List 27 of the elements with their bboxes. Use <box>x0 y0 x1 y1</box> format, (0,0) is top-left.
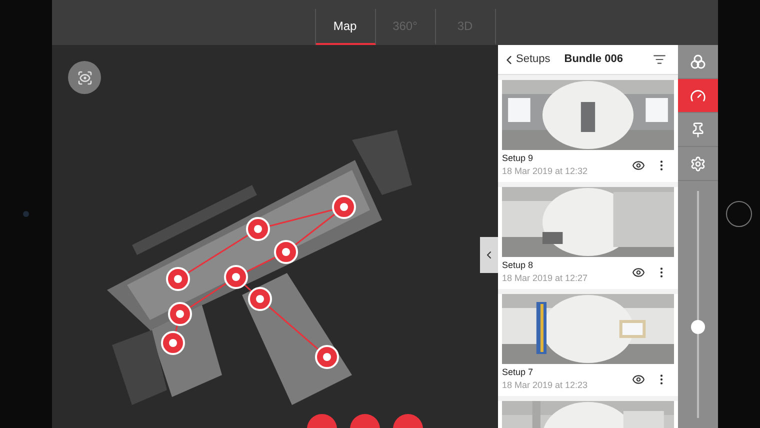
home-button[interactable] <box>726 201 752 227</box>
circles-icon <box>690 54 706 70</box>
settings-icon <box>690 156 706 172</box>
rail-button[interactable] <box>678 79 718 113</box>
panel-title: Bundle 006 <box>564 52 623 68</box>
gauge-icon <box>690 88 706 104</box>
back-button[interactable]: Setups <box>502 51 550 68</box>
setup-name: Setup 7 <box>502 366 534 379</box>
scan-eye-icon <box>76 70 92 86</box>
setup-date: 18 Mar 2019 at 12:23 <box>502 379 588 392</box>
view-toggle-button[interactable] <box>68 61 101 94</box>
eye-icon[interactable] <box>632 158 645 172</box>
setup-date: 18 Mar 2019 at 12:27 <box>502 272 588 285</box>
setup-name: Setup 8 <box>502 259 534 272</box>
eye-icon[interactable] <box>632 266 645 278</box>
eye-icon[interactable] <box>632 372 645 386</box>
pin-icon <box>690 122 706 138</box>
camera-icon <box>23 211 29 217</box>
sort-icon <box>653 53 666 66</box>
zoom-slider[interactable] <box>691 191 705 418</box>
setup-card[interactable]: Setup 7 18 Mar 2019 at 12:23 <box>498 294 678 396</box>
setup-card[interactable]: Setup 8 18 Mar 2019 at 12:27 <box>498 187 678 289</box>
setup-date: 18 Mar 2019 at 12:32 <box>502 165 588 178</box>
setup-card[interactable]: Setup 9 18 Mar 2019 at 12:32 <box>498 80 678 182</box>
setup-name: Setup 9 <box>502 152 534 165</box>
slider-thumb[interactable] <box>691 320 705 334</box>
collapse-handle[interactable] <box>480 237 498 273</box>
